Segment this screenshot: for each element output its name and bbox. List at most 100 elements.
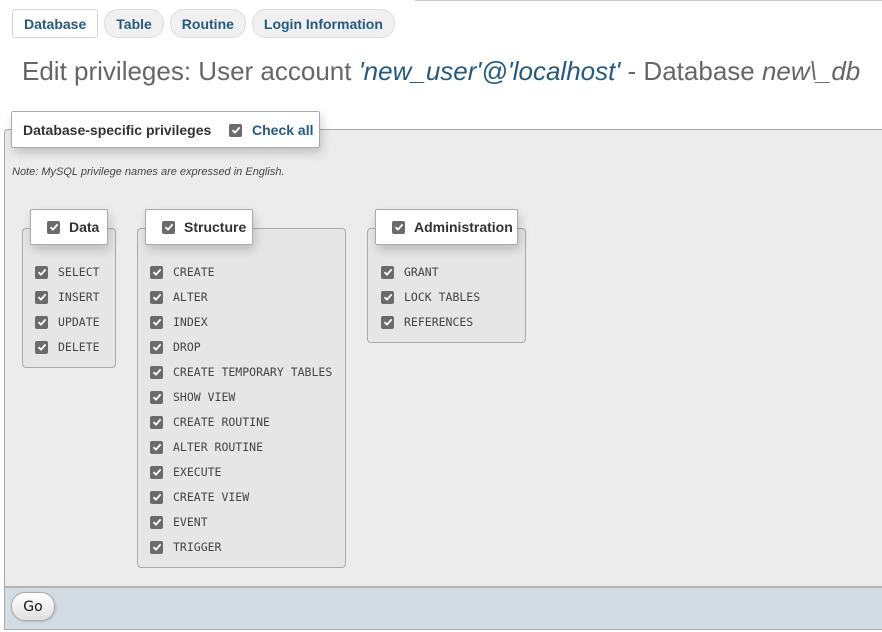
checkmark-icon [152,343,161,351]
privilege-label: INDEX [173,315,208,329]
privilege-checkbox[interactable] [35,340,48,354]
privilege-label: REFERENCES [404,315,474,329]
user-account-link[interactable]: 'new_user'@'localhost' [359,56,621,86]
privilege-label: EVENT [173,515,208,529]
privilege-update[interactable]: UPDATE [35,314,100,330]
privilege-checkbox[interactable] [150,315,163,329]
checkmark-icon [37,343,46,351]
group-administration-checkbox[interactable] [392,220,405,234]
privilege-checkbox[interactable] [150,290,163,304]
english-note: Note: MySQL privilege names are expresse… [12,166,285,178]
checkmark-icon [152,268,161,276]
privilege-label: CREATE TEMPORARY TABLES [173,365,333,379]
privilege-delete[interactable]: DELETE [35,339,100,355]
privilege-create-routine[interactable]: CREATE ROUTINE [150,414,270,430]
tab-database[interactable]: Database [12,9,99,38]
privilege-checkbox[interactable] [381,290,394,304]
privilege-checkbox[interactable] [35,265,48,279]
checkmark-icon [152,293,161,301]
privilege-drop[interactable]: DROP [150,339,201,355]
privilege-checkbox[interactable] [150,440,163,454]
title-prefix: Edit privileges: User account [22,56,359,86]
privilege-checkbox[interactable] [150,465,163,479]
privilege-references[interactable]: REFERENCES [381,314,473,330]
privilege-checkbox[interactable] [150,265,163,279]
privilege-label: CREATE ROUTINE [173,415,270,429]
privilege-label: TRIGGER [173,540,222,554]
privilege-checkbox[interactable] [381,315,394,329]
sub-tabs: Database Table Routine Login Information [12,9,395,38]
privilege-checkbox[interactable] [150,490,163,504]
privilege-create-view[interactable]: CREATE VIEW [150,489,249,505]
privilege-label: SHOW VIEW [173,390,236,404]
check-all-toggle[interactable]: Check all [229,122,313,138]
go-button[interactable]: Go [11,592,55,621]
privilege-label: UPDATE [58,315,100,329]
page-title: Edit privileges: User account 'new_user'… [22,56,860,87]
checkmark-icon [383,268,392,276]
privilege-grant[interactable]: GRANT [381,264,439,280]
group-administration-legend[interactable]: Administration [375,209,518,245]
checkmark-icon [152,418,161,426]
privilege-checkbox[interactable] [150,365,163,379]
privilege-create[interactable]: CREATE [150,264,215,280]
checkmark-icon [37,293,46,301]
tab-login-information[interactable]: Login Information [251,9,395,38]
privilege-alter-routine[interactable]: ALTER ROUTINE [150,439,263,455]
privilege-event[interactable]: EVENT [150,514,208,530]
privilege-create-temporary-tables[interactable]: CREATE TEMPORARY TABLES [150,364,332,380]
privilege-show-view[interactable]: SHOW VIEW [150,389,235,405]
checkmark-icon [394,223,403,231]
tab-table[interactable]: Table [104,9,164,38]
privilege-checkbox[interactable] [150,540,163,554]
check-all-label[interactable]: Check all [252,122,313,138]
privilege-checkbox[interactable] [35,315,48,329]
privilege-label: ALTER ROUTINE [173,440,264,454]
checkmark-icon [152,393,161,401]
tab-routine[interactable]: Routine [169,9,246,38]
checkmark-icon [152,443,161,451]
privilege-lock-tables[interactable]: LOCK TABLES [381,289,480,305]
checkmark-icon [37,268,46,276]
group-structure-label: Structure [184,219,247,235]
privilege-index[interactable]: INDEX [150,314,208,330]
privilege-alter[interactable]: ALTER [150,289,208,305]
privilege-label: LOCK TABLES [404,290,481,304]
form-footer [4,586,882,630]
group-data-checkbox[interactable] [47,220,60,234]
privilege-label: DROP [173,340,201,354]
checkmark-icon [152,468,161,476]
checkmark-icon [152,543,161,551]
privilege-label: GRANT [404,265,439,279]
privilege-trigger[interactable]: TRIGGER [150,539,221,555]
checkmark-icon [152,368,161,376]
checkmark-icon [383,318,392,326]
check-all-checkbox[interactable] [229,123,242,137]
privilege-execute[interactable]: EXECUTE [150,464,221,480]
privilege-label: CREATE [173,265,215,279]
checkmark-icon [152,493,161,501]
privilege-insert[interactable]: INSERT [35,289,100,305]
legend-title: Database-specific privileges [23,121,212,138]
privilege-label: DELETE [58,340,100,354]
privilege-checkbox[interactable] [150,390,163,404]
privileges-fieldset [4,129,882,587]
checkmark-icon [164,223,173,231]
group-data-legend[interactable]: Data [30,209,108,245]
group-administration-label: Administration [414,219,513,235]
checkmark-icon [231,126,240,134]
privilege-checkbox[interactable] [150,415,163,429]
group-structure-checkbox[interactable] [162,220,175,234]
privilege-label: CREATE VIEW [173,490,250,504]
privilege-label: ALTER [173,290,208,304]
privilege-checkbox[interactable] [381,265,394,279]
checkmark-icon [37,318,46,326]
checkmark-icon [152,318,161,326]
group-structure-legend[interactable]: Structure [145,209,253,245]
privilege-checkbox[interactable] [150,340,163,354]
title-middle: - Database [620,56,762,86]
privilege-checkbox[interactable] [150,515,163,529]
checkmark-icon [383,293,392,301]
privilege-checkbox[interactable] [35,290,48,304]
privilege-select[interactable]: SELECT [35,264,100,280]
